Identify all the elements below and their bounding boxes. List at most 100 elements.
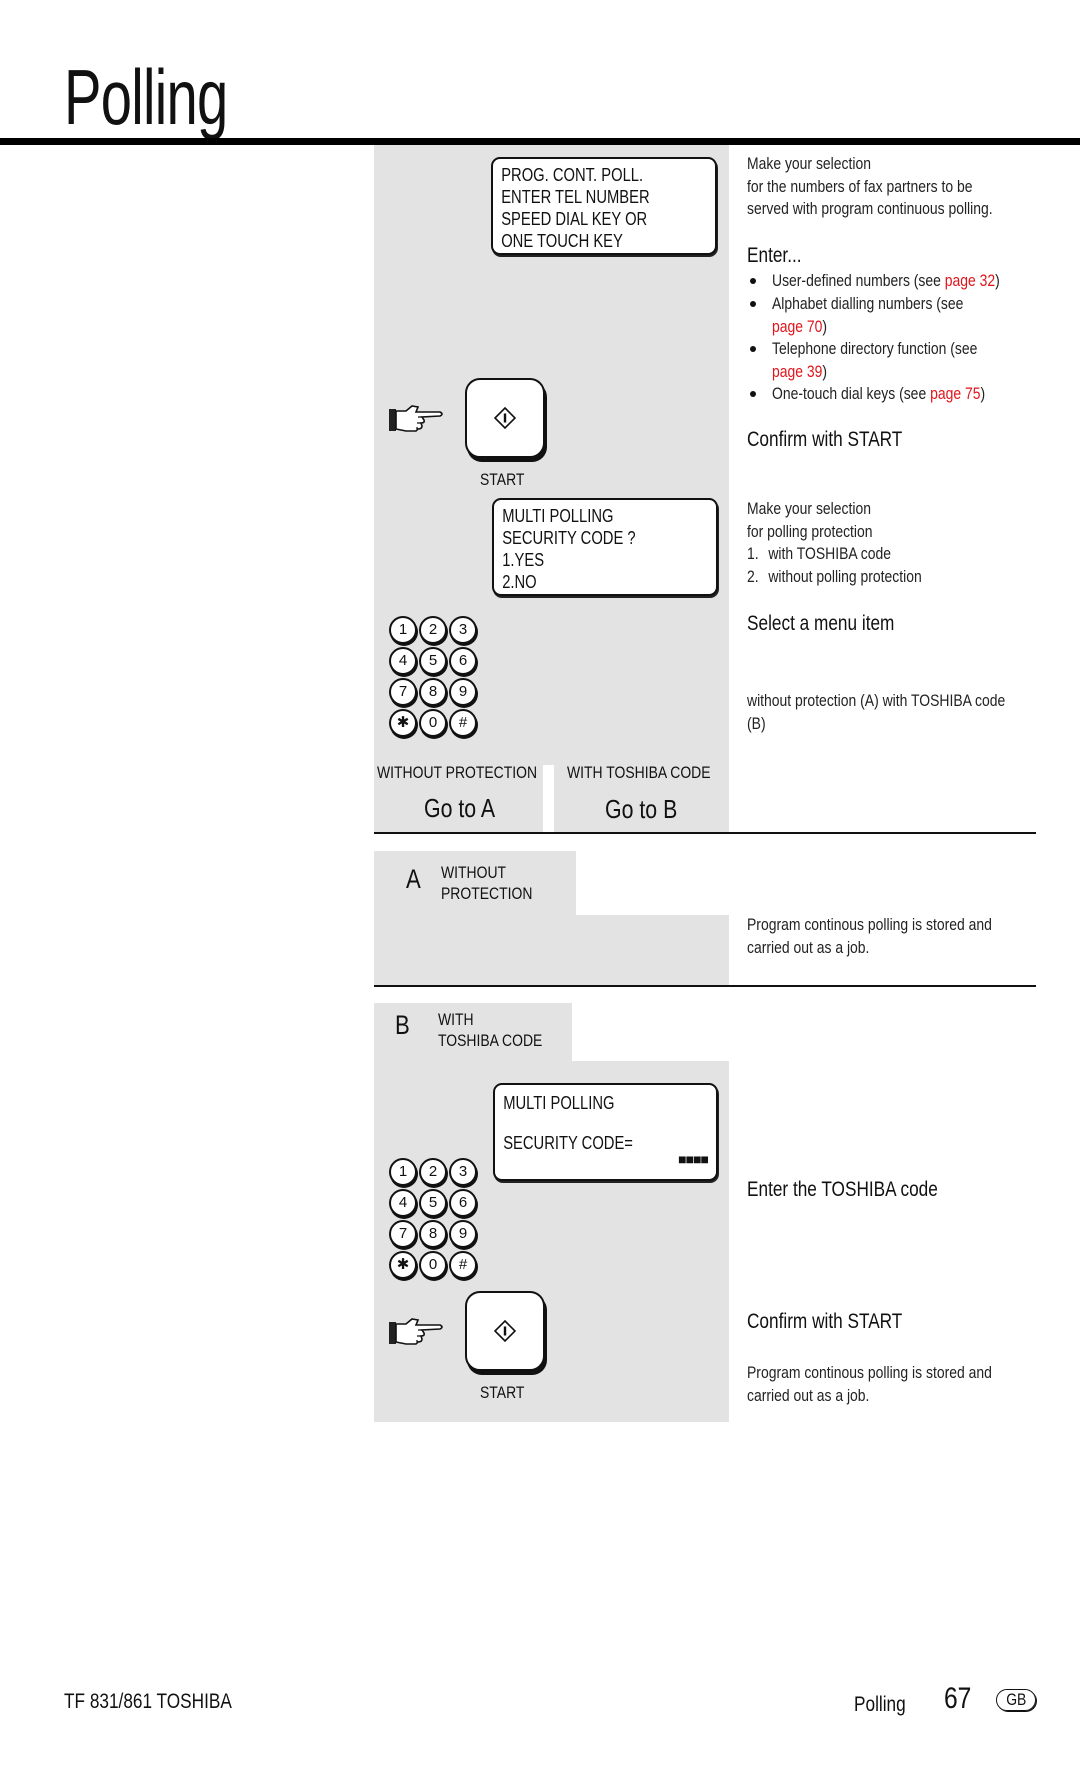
page-link[interactable]: page 32 [945,271,995,290]
key-star[interactable]: ✱ [389,1251,417,1279]
title-line: WITH [438,1010,474,1029]
section-a-title: WITHOUT PROTECTION [441,862,532,904]
bullet-item: Telephone directory function (see page 3… [772,338,977,383]
key-9[interactable]: 9 [449,678,477,706]
key-1[interactable]: 1 [389,1158,417,1186]
key-4[interactable]: 4 [389,647,417,675]
desc-line: Program continous polling is stored and [747,1363,992,1382]
numeric-keypad: 1 2 3 4 5 6 7 8 9 ✱ 0 # [389,616,478,739]
lcd-line: ENTER TEL NUMBER [501,187,650,207]
bullet-text: One-touch dial keys (see [772,384,931,403]
bullet-text: Telephone directory function (see [772,339,978,358]
key-7[interactable]: 7 [389,678,417,706]
go-to-a-link[interactable]: Go to A [424,793,495,824]
option-text: with TOSHIBA code [768,544,892,563]
lcd-line: MULTI POLLING [502,506,614,526]
lcd-line: 2.NO [502,572,537,592]
go-to-b-link[interactable]: Go to B [605,794,677,825]
desc-line: for polling protection [747,521,873,541]
key-3[interactable]: 3 [449,1158,477,1186]
start-label: START [480,470,525,489]
key-5[interactable]: 5 [419,1189,447,1217]
key-hash[interactable]: # [449,1251,477,1279]
page-link[interactable]: page 70 [772,317,822,336]
footer-model: TF 831/861 TOSHIBA [64,1690,232,1713]
page-title: Polling [64,53,228,141]
key-1[interactable]: 1 [389,616,417,644]
key-7[interactable]: 7 [389,1220,417,1248]
bullet-icon [750,301,756,307]
title-line: TOSHIBA CODE [438,1031,543,1050]
key-2[interactable]: 2 [419,1158,447,1186]
bullet-icon [750,278,756,284]
start-diamond-icon [493,1319,517,1343]
option-item: 2. without polling protection [747,566,922,589]
bullet-text: ) [822,361,828,381]
page-link[interactable]: page 39 [772,362,822,381]
key-5[interactable]: 5 [419,647,447,675]
enter-heading: Enter... [747,244,802,267]
option-number: 1. [747,544,759,563]
desc-line: served with program continuous polling. [747,199,993,218]
note-line: without protection (A) with TOSHIBA code [747,691,1006,710]
start-button[interactable] [465,1291,545,1371]
section-a-panel [374,915,729,985]
step1-description: Make your selection for the numbers of f… [747,153,993,221]
key-star[interactable]: ✱ [389,709,417,737]
start-diamond-icon [493,406,517,430]
lcd-line: 1.YES [502,550,545,570]
desc-line: Make your selection [747,499,871,518]
key-8[interactable]: 8 [419,1220,447,1248]
bullet-text: ) [995,271,1000,290]
desc-line: carried out as a job. [747,1385,870,1405]
key-0[interactable]: 0 [419,709,447,737]
bullet-item: Alphabet dialling numbers (see page 70) [772,293,963,338]
footer-section: Polling [854,1693,906,1716]
key-0[interactable]: 0 [419,1251,447,1279]
start-button[interactable] [465,378,545,458]
security-code-mask: ■■■■ [678,1151,709,1167]
branch-note: without protection (A) with TOSHIBA code… [747,690,1005,735]
lcd-line: MULTI POLLING [503,1093,615,1113]
key-6[interactable]: 6 [449,647,477,675]
bullet-text: Alphabet dialling numbers (see [772,294,964,313]
select-menu-heading: Select a menu item [747,612,895,635]
key-9[interactable]: 9 [449,1220,477,1248]
lcd-display-prog-cont-poll: PROG. CONT. POLL. ENTER TEL NUMBER SPEED… [491,157,717,255]
bullet-item: User-defined numbers (see page 32) [772,270,1000,293]
key-3[interactable]: 3 [449,616,477,644]
start-label: START [480,1383,525,1402]
section-b-description: Program continous polling is stored and … [747,1362,992,1407]
pointing-hand-icon [388,1316,446,1353]
step2-description: Make your selection for polling protecti… [747,498,922,588]
bullet-icon [750,346,756,352]
key-4[interactable]: 4 [389,1189,417,1217]
bullet-text: User-defined numbers (see [772,271,945,290]
key-hash[interactable]: # [449,709,477,737]
option-number: 2. [747,566,759,586]
lcd-line: SECURITY CODE ? [502,528,636,548]
title-line: WITHOUT [441,863,507,882]
desc-line: for the numbers of fax partners to be [747,176,973,196]
pointing-hand-icon [388,403,446,440]
branch-b-label: WITH TOSHIBA CODE [567,763,711,782]
section-a-letter: A [406,864,421,894]
section-divider [374,832,1036,834]
language-badge-text: GB [1005,1690,1027,1709]
branch-a-label: WITHOUT PROTECTION [377,763,538,782]
bullet-text: ) [822,316,828,336]
page-link[interactable]: page 75 [930,384,980,403]
language-badge: GB [996,1689,1036,1711]
lcd-line: ONE TOUCH KEY [501,231,623,251]
key-8[interactable]: 8 [419,678,447,706]
confirm-start-heading: Confirm with START [747,428,903,451]
desc-line: carried out as a job. [747,937,870,957]
key-2[interactable]: 2 [419,616,447,644]
lcd-display-security-code-entry: MULTI POLLING SECURITY CODE= ■■■■ [493,1083,718,1181]
desc-line: Make your selection [747,154,871,173]
section-divider [374,985,1036,987]
key-6[interactable]: 6 [449,1189,477,1217]
title-rule [0,138,1080,145]
section-b-letter: B [395,1010,410,1040]
desc-line: Program continous polling is stored and [747,915,992,934]
